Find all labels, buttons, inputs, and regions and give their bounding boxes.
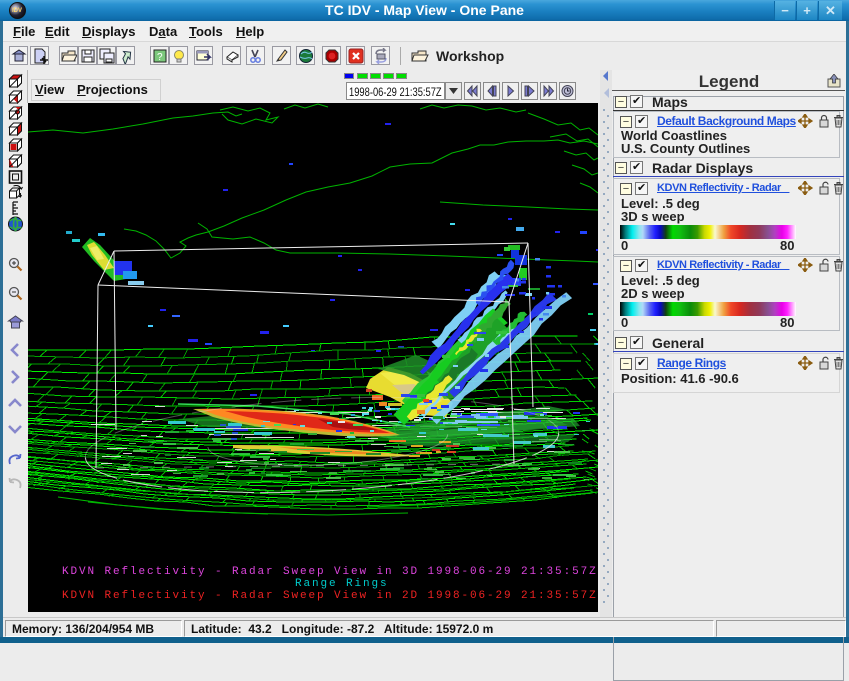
svg-text:?: ? <box>157 52 163 63</box>
svg-text:KDVN Reflectivity - Radar Swee: KDVN Reflectivity - Radar Sweep View in … <box>62 566 598 578</box>
svg-text:Range Rings: Range Rings <box>295 578 389 590</box>
svg-text:KDVN Reflectivity - Radar Swee: KDVN Reflectivity - Radar Sweep View in … <box>62 590 598 602</box>
